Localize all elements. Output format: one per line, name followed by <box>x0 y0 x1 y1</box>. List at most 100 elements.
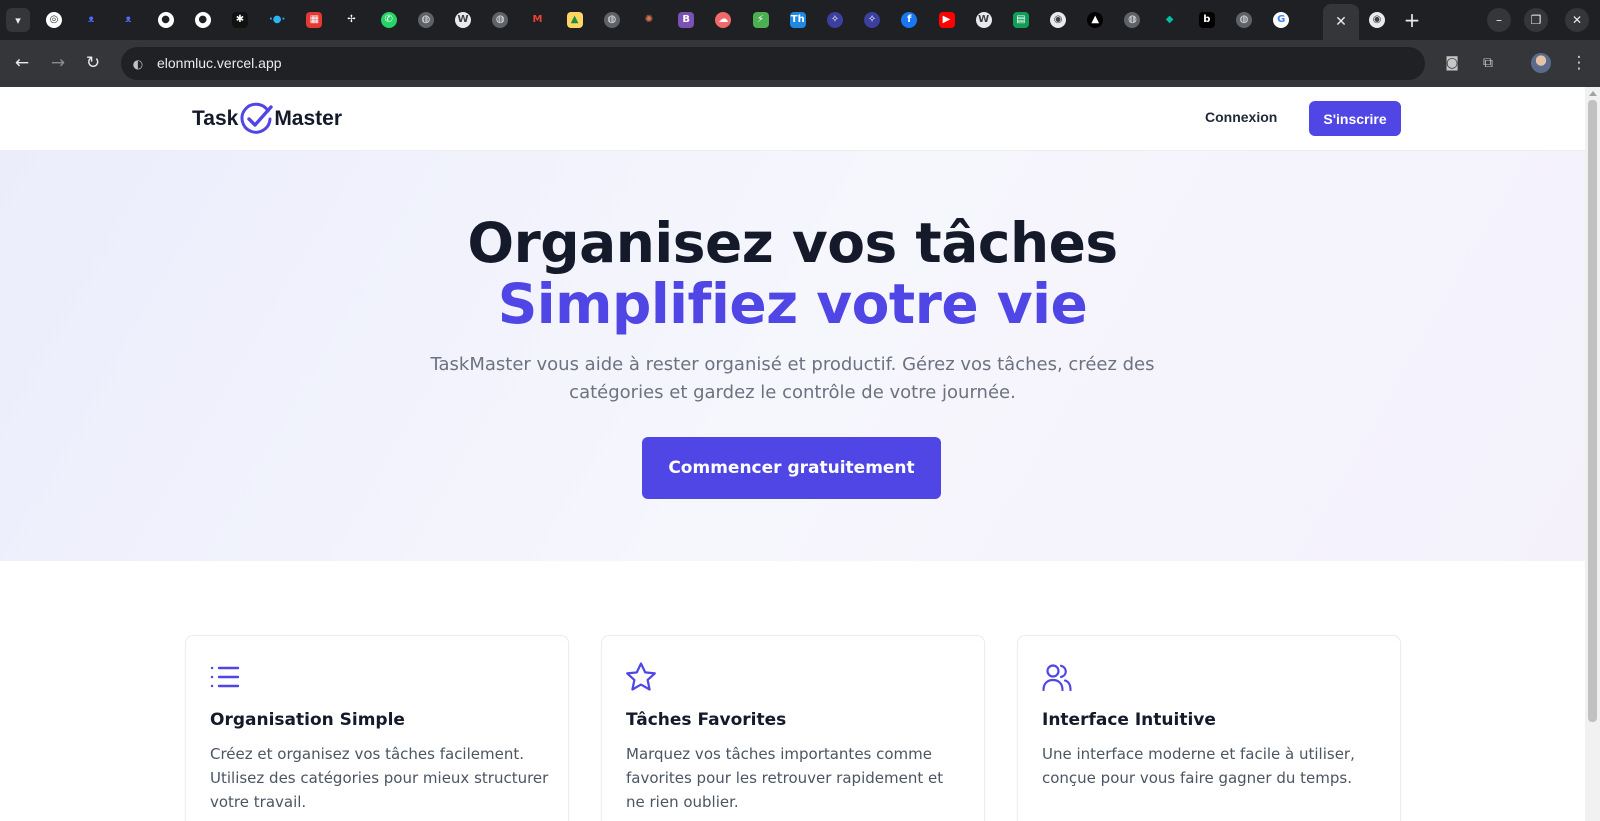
feature-description: Une interface moderne et facile à utilis… <box>1042 745 1355 787</box>
scrollbar[interactable] <box>1585 87 1600 821</box>
google-favicon-icon: G <box>1273 12 1290 28</box>
globe-favicon-icon: ◍ <box>603 12 620 28</box>
browser-tab[interactable]: ◍ <box>1232 8 1256 32</box>
browser-tab[interactable]: ✺ <box>637 8 661 32</box>
globe-favicon-icon: ◍ <box>1124 12 1141 28</box>
chrome-favicon-icon: ◉ <box>1050 12 1067 28</box>
page-viewport: Task Master Connexion S'inscrire Organis… <box>0 87 1585 821</box>
minimize-button[interactable]: – <box>1487 8 1511 32</box>
browser-tab[interactable]: ᴥ <box>116 8 140 32</box>
browser-tab[interactable]: ◍ <box>600 8 624 32</box>
feature-card: Tâches Favorites Marquez vos tâches impo… <box>601 635 985 821</box>
claude-favicon-icon: ✺ <box>644 14 654 25</box>
browser-tab[interactable]: ☁ <box>711 8 735 32</box>
calendar-favicon-icon: ▦ <box>306 12 323 28</box>
forward-button[interactable]: → <box>46 51 70 75</box>
profile-avatar[interactable] <box>1531 53 1551 73</box>
browser-tab[interactable]: ▶ <box>935 8 959 32</box>
browser-tab[interactable]: ◍ <box>488 8 512 32</box>
feature-title: Interface Intuitive <box>1042 710 1216 730</box>
restore-button[interactable]: ❐ <box>1524 8 1548 32</box>
close-icon[interactable]: ✕ <box>1335 14 1347 30</box>
browser-tab[interactable]: ✧ <box>823 8 847 32</box>
scroll-up-arrow-icon[interactable] <box>1589 91 1597 96</box>
new-tab-button[interactable]: + <box>1400 8 1424 32</box>
url-text[interactable]: elonmluc.vercel.app <box>157 55 282 71</box>
browser-tab[interactable]: W <box>451 8 475 32</box>
globe-favicon-icon: ◍ <box>417 12 434 28</box>
browser-tab[interactable]: Th <box>786 8 810 32</box>
browser-tab[interactable]: M <box>525 8 549 32</box>
active-tab[interactable]: ✕ <box>1323 4 1359 40</box>
hero-title: Organisez vos tâches <box>467 211 1118 275</box>
facebook-favicon-icon: f <box>901 12 918 28</box>
browser-tab[interactable]: ✧ <box>860 8 884 32</box>
signup-button[interactable]: S'inscrire <box>1309 101 1401 136</box>
menu-icon[interactable]: ⋮ <box>1567 51 1591 75</box>
bootstrap-favicon-icon: B <box>678 12 695 28</box>
vercel-favicon-icon: ▲ <box>1087 12 1104 28</box>
browser-tab[interactable]: ◉ <box>1046 8 1070 32</box>
extensions-icon[interactable]: ⧉ <box>1476 51 1500 75</box>
hero-subtitle: TaskMaster vous aide à rester organisé e… <box>430 354 1155 403</box>
chevron-down-icon[interactable]: ▾ <box>6 8 30 32</box>
browser-tab[interactable]: ● <box>191 8 215 32</box>
reload-button[interactable]: ↻ <box>81 51 105 75</box>
browser-tab[interactable]: f <box>897 8 921 32</box>
chrome-favicon-icon: ◉ <box>1369 12 1385 28</box>
browser-tab[interactable]: ·●· <box>265 8 289 32</box>
diamond-favicon-icon: ◆ <box>1165 14 1174 25</box>
bolt-favicon-icon: ⚡ <box>752 12 769 28</box>
cloud-favicon-icon: ☁ <box>715 12 732 28</box>
browser-tab[interactable]: ◉ <box>1365 8 1389 32</box>
logo-text-task: Task <box>192 107 239 130</box>
users-icon <box>1042 664 1072 692</box>
browser-tab[interactable]: ᴥ <box>79 8 103 32</box>
github-favicon-icon: ● <box>194 12 211 28</box>
browser-tab[interactable]: ● <box>154 8 178 32</box>
browser-toolbar: ← → ↻ ◐ elonmluc.vercel.app ◙ ⧉ ⋮ <box>0 40 1600 87</box>
hero-title-highlight: Simplifiez votre vie <box>497 272 1088 336</box>
camera-icon[interactable]: ◙ <box>1440 51 1464 75</box>
check-circle-icon <box>240 102 274 134</box>
browser-tab[interactable]: ✢ <box>340 8 364 32</box>
site-logo[interactable]: Task Master <box>192 102 343 135</box>
feature-card: Organisation Simple Créez et organisez v… <box>185 635 569 821</box>
b-favicon-icon: b <box>1198 12 1215 28</box>
browser-tab[interactable]: ◍ <box>1120 8 1144 32</box>
site-info-icon[interactable]: ◐ <box>129 55 147 73</box>
feature-description: Marquez vos tâches importantes comme fav… <box>626 745 944 811</box>
browser-tab[interactable]: ◍ <box>414 8 438 32</box>
pattern-favicon-icon: ✱ <box>231 12 248 28</box>
browser-tab[interactable]: ▦ <box>302 8 326 32</box>
vite-favicon-icon: ✧ <box>864 12 881 28</box>
browser-tab[interactable]: b <box>1195 8 1219 32</box>
browser-tab[interactable]: G <box>1269 8 1293 32</box>
browser-tab[interactable]: ▲ <box>1083 8 1107 32</box>
browser-tab[interactable]: ◆ <box>1158 8 1182 32</box>
deepseek-favicon-icon: ᴥ <box>88 14 95 25</box>
feature-title: Organisation Simple <box>210 710 405 730</box>
github-favicon-icon: ● <box>157 12 174 28</box>
browser-tab[interactable]: W <box>972 8 996 32</box>
star-icon <box>626 662 656 691</box>
browser-tab[interactable]: ▲ <box>563 8 587 32</box>
sheets-favicon-icon: ▤ <box>1012 12 1029 28</box>
wordpress-favicon-icon: W <box>455 12 472 28</box>
logo-text-master: Master <box>274 107 343 130</box>
browser-tab[interactable]: B <box>674 8 698 32</box>
browser-tab[interactable]: ◎ <box>42 8 66 32</box>
scrollbar-thumb[interactable] <box>1588 100 1597 722</box>
address-bar[interactable]: ◐ elonmluc.vercel.app <box>121 47 1425 80</box>
browser-tab[interactable]: ✱ <box>228 8 252 32</box>
globe-favicon-icon: ◍ <box>1236 12 1252 28</box>
window-close-button[interactable]: ✕ <box>1565 8 1589 32</box>
tab-strip: ▾ ◎ ᴥ ᴥ ● ● ✱ ·●· ▦ ✢ ✆ ◍ W ◍ M ▲ ◍ ✺ B ☁ ⚡ Th ✧ ✧ f ▶ W ▤ ◉ ▲ ◍ ◆ b ◍ G … <box>0 0 1600 40</box>
browser-tab[interactable]: ▤ <box>1009 8 1033 32</box>
login-link[interactable]: Connexion <box>1205 109 1277 125</box>
browser-tab[interactable]: ✆ <box>377 8 401 32</box>
get-started-button[interactable]: Commencer gratuitement <box>642 437 941 499</box>
back-button[interactable]: ← <box>10 51 34 75</box>
browser-tab[interactable]: ⚡ <box>749 8 773 32</box>
feature-card: Interface Intuitive Une interface modern… <box>1017 635 1401 821</box>
